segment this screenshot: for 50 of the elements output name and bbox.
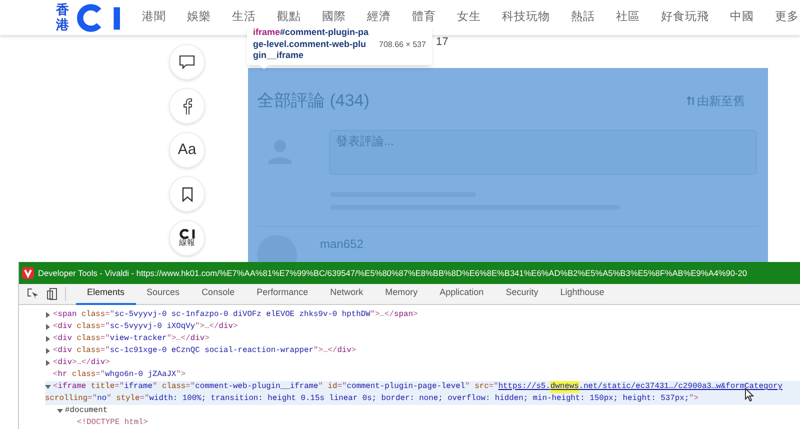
- bookmark-icon: [182, 186, 192, 202]
- nav-link[interactable]: 好食玩飛: [661, 8, 709, 26]
- nav-link[interactable]: 熱話: [571, 8, 595, 26]
- nav-link[interactable]: 中國: [730, 8, 754, 26]
- brand-label: 線報: [179, 239, 195, 247]
- devtools-tab[interactable]: Console: [190, 284, 246, 304]
- brand-button[interactable]: 線報: [169, 220, 205, 256]
- nav-link[interactable]: 體育: [412, 8, 436, 26]
- sort-icon: [687, 96, 695, 106]
- collapsed-arrow-icon[interactable]: [45, 324, 51, 330]
- devtools-tab[interactable]: Network: [319, 284, 374, 304]
- vivaldi-icon: [22, 267, 34, 279]
- nav-link[interactable]: 娛樂: [187, 8, 211, 26]
- selector-text: iframe#comment-plugin-page-level.comment-web-plugin__iframe: [253, 27, 370, 62]
- mouse-cursor-icon: [745, 388, 754, 402]
- comment-button[interactable]: [169, 44, 205, 80]
- logo-text: 香港: [56, 3, 69, 32]
- nav-link[interactable]: 更多: [775, 8, 800, 26]
- collapsed-arrow-icon[interactable]: [45, 312, 51, 318]
- devtools-tab[interactable]: Security: [494, 284, 550, 304]
- collapsed-arrow-icon[interactable]: [45, 336, 51, 342]
- devtools-tab[interactable]: Lighthouse: [549, 284, 616, 304]
- devtools-tab[interactable]: Performance: [246, 284, 320, 304]
- window-title: Developer Tools - Vivaldi - https://www.hk01.com/%E7%AA%81%E7%99%BC/639547/%E5%80%87%E8%BB%8D%E6%8E%B341%E6%AD%B2%E5%A5%B3%E5%8F%AB%E9%A4%90-20: [38, 266, 747, 280]
- nav-link[interactable]: 科技玩物: [502, 8, 550, 26]
- devtools-tab[interactable]: Memory: [374, 284, 429, 304]
- devtools-tab[interactable]: Elements: [76, 284, 136, 304]
- facebook-button[interactable]: [169, 88, 205, 124]
- nav-link[interactable]: 社區: [616, 8, 640, 26]
- bookmark-button[interactable]: [169, 176, 205, 212]
- device-toolbar-icon[interactable]: [47, 288, 57, 300]
- size-text: 708.66 × 537: [379, 38, 426, 51]
- date-text: 17: [436, 36, 450, 50]
- logo-icon: [178, 229, 196, 239]
- nav-link[interactable]: 觀點: [277, 8, 301, 26]
- expanded-arrow-icon[interactable]: [45, 384, 51, 390]
- expanded-arrow-icon[interactable]: [57, 408, 63, 414]
- comment-icon: [179, 54, 195, 70]
- font-size-button[interactable]: Aa: [169, 132, 205, 168]
- devtools-tab[interactable]: Application: [428, 284, 495, 304]
- collapsed-arrow-icon[interactable]: [45, 348, 51, 354]
- facebook-icon: [182, 98, 192, 114]
- nav-link[interactable]: 國際: [322, 8, 346, 26]
- collapsed-arrow-icon[interactable]: [45, 360, 51, 366]
- nav-link[interactable]: 經濟: [367, 8, 391, 26]
- nav-link[interactable]: 生活: [232, 8, 256, 26]
- nav-link[interactable]: 女生: [457, 8, 481, 26]
- devtools-tab[interactable]: Sources: [136, 284, 191, 304]
- inspect-icon[interactable]: [27, 288, 39, 300]
- nav-link[interactable]: 港聞: [142, 8, 166, 26]
